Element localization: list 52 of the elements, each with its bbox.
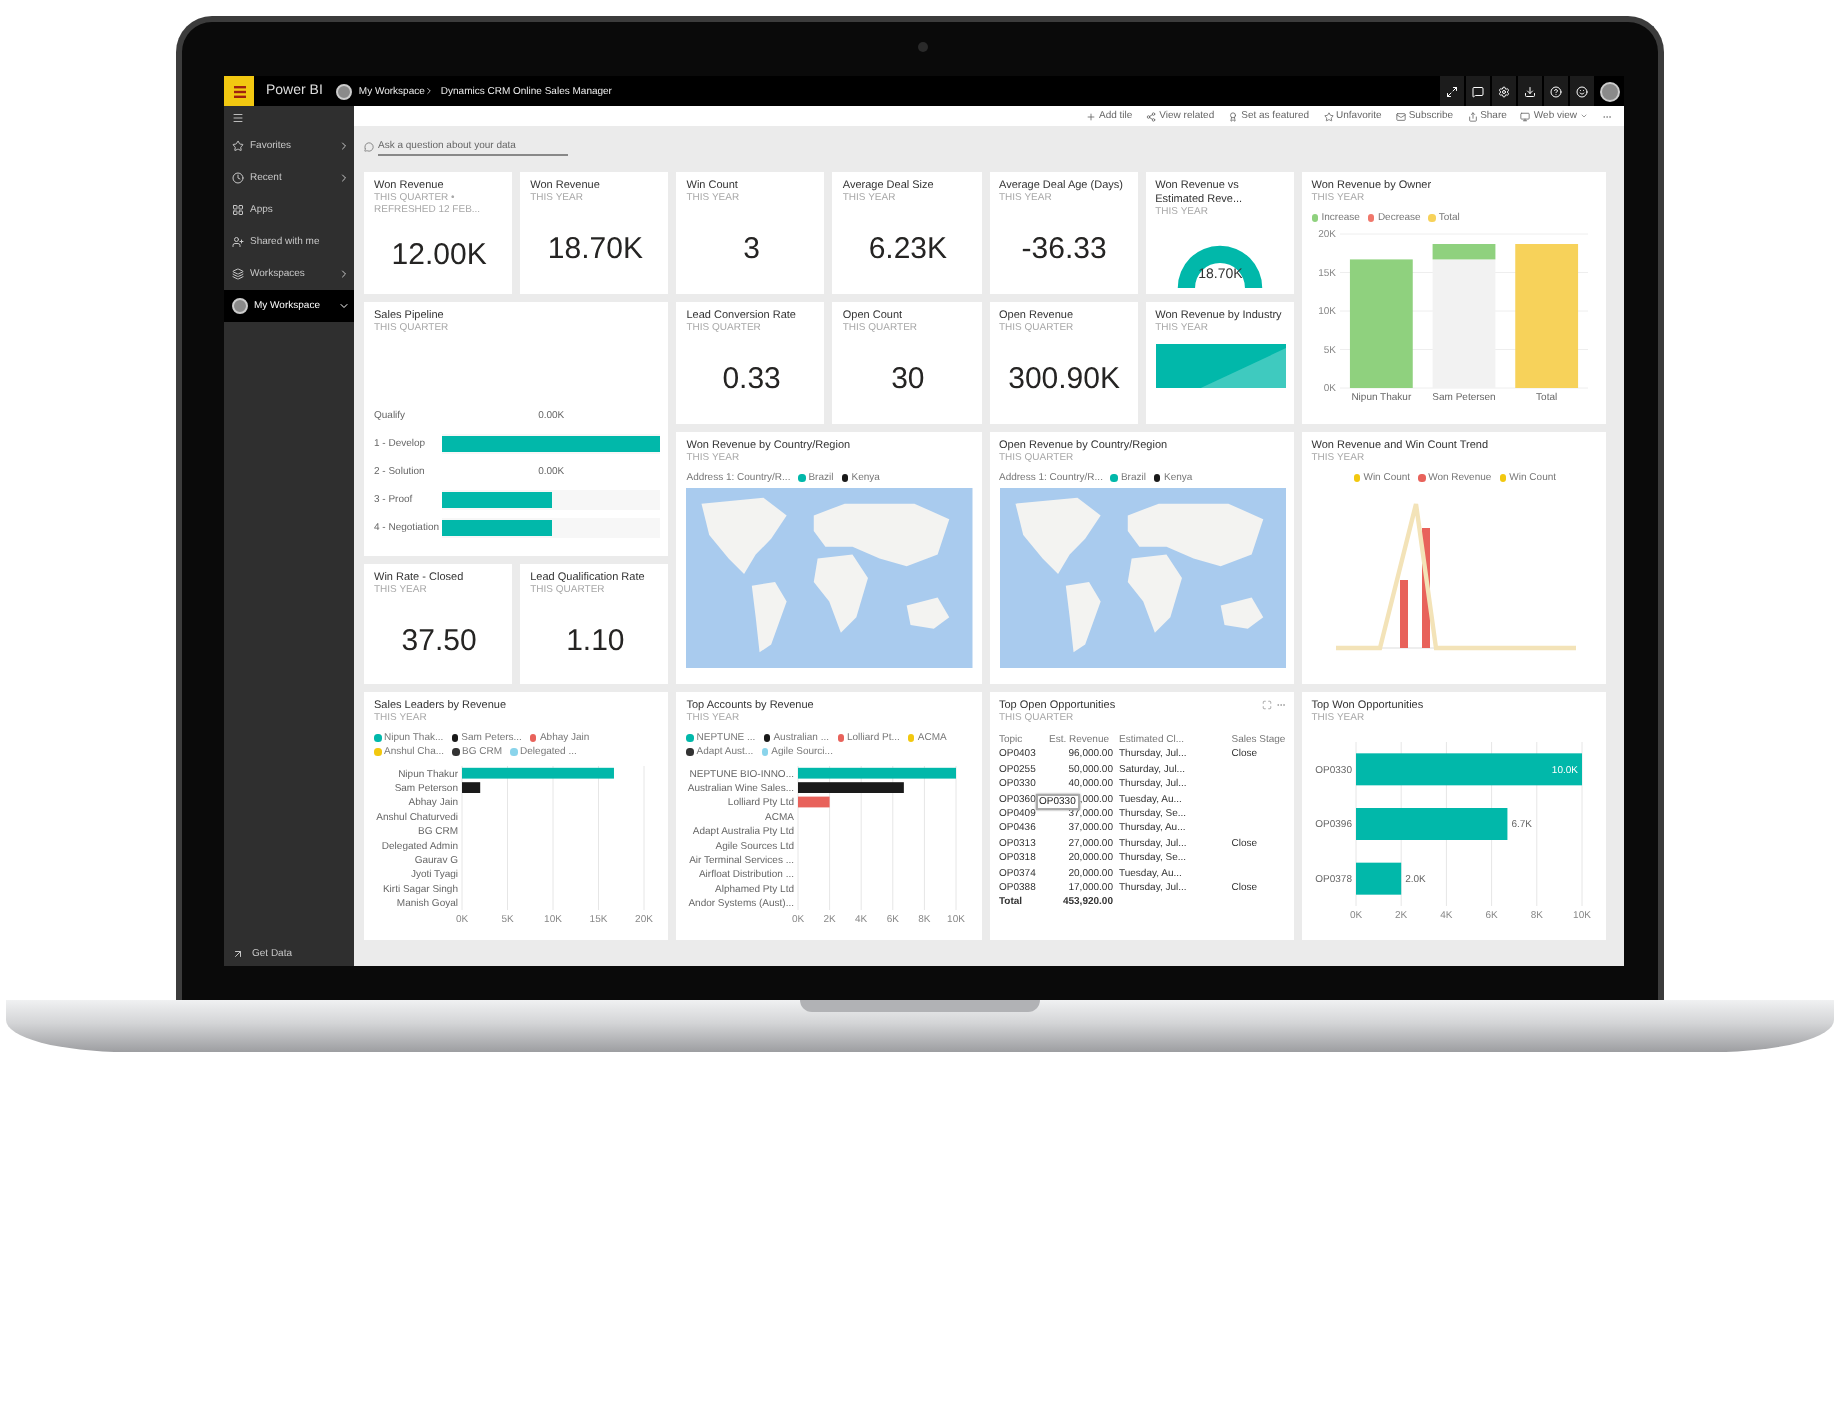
layers-icon: [232, 268, 244, 280]
star-icon: [1323, 111, 1334, 121]
dashboard-tile[interactable]: [364, 692, 669, 940]
ribbon-icon: [1228, 111, 1239, 121]
star-icon: [232, 140, 244, 152]
dashboard-tile[interactable]: [676, 692, 981, 940]
dashboard-tile[interactable]: [989, 692, 1294, 940]
arrow-icon: [232, 948, 244, 960]
chevron-icon: [338, 268, 350, 280]
share-icon: [1467, 111, 1478, 121]
avatar-icon: [336, 83, 353, 99]
monitor-icon: [1520, 111, 1531, 121]
download-button[interactable]: [1518, 76, 1542, 106]
logo-icon: [224, 76, 254, 106]
kpi-value: 1.10: [564, 621, 627, 662]
bar[interactable]: [462, 781, 481, 793]
bar[interactable]: [798, 781, 905, 793]
chevron-icon: [424, 86, 435, 96]
clock-icon: [232, 172, 244, 184]
kpi-value: 12.00K: [389, 236, 489, 277]
kpi-value: 18.70K: [545, 230, 645, 271]
kpi-value: 37.50: [399, 621, 479, 662]
nodes-icon: [1146, 111, 1157, 121]
chevron-icon: [338, 300, 350, 312]
settings-icon: [1498, 85, 1510, 97]
settings-button[interactable]: [1492, 76, 1516, 106]
comment-icon: [1472, 85, 1484, 97]
help-button[interactable]: [1544, 76, 1568, 106]
menu-icon: [232, 112, 244, 124]
smiley-button[interactable]: [1570, 76, 1594, 106]
smiley-icon: [1576, 85, 1588, 97]
treemap-drawing: [1155, 343, 1286, 388]
focus-icon[interactable]: [1261, 700, 1272, 710]
person-add-icon: [232, 236, 244, 248]
download-icon: [1524, 85, 1536, 97]
avatar-icon: [232, 298, 248, 314]
expand-button[interactable]: [1440, 76, 1464, 106]
help-icon: [1550, 85, 1562, 97]
avatar-icon[interactable]: [1600, 81, 1620, 101]
mail-icon: [1395, 111, 1406, 121]
chevron-icon: [338, 140, 350, 152]
kpi-value: 300.90K: [1006, 360, 1122, 401]
plus-icon: [1085, 111, 1096, 121]
comment-button[interactable]: [1466, 76, 1490, 106]
kpi-value: 30: [889, 360, 927, 401]
chevron-icon: [338, 172, 350, 184]
camera-dot: [918, 42, 928, 52]
kpi-value: -36.33: [1019, 230, 1109, 271]
kpi-value: 0.33: [720, 360, 783, 401]
kpi-value: 6.23K: [866, 230, 950, 271]
grid-icon: [232, 204, 244, 216]
kpi-value: 3: [741, 230, 762, 271]
